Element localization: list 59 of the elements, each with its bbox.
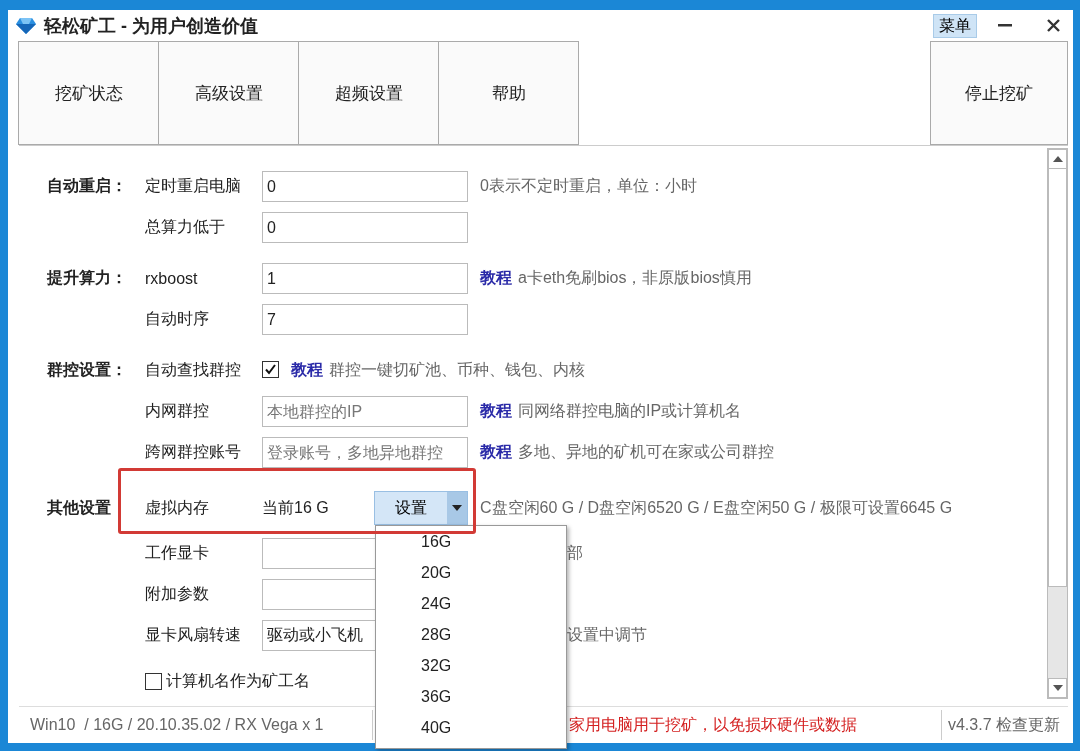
section-heading: 提升算力： <box>47 268 128 289</box>
scroll-up-icon[interactable] <box>1052 156 1063 163</box>
nav-button[interactable]: 高级设置 <box>158 41 299 146</box>
section-heading: 其他设置 <box>47 497 112 518</box>
input-field[interactable]: 1 <box>262 263 468 295</box>
diamond-logo-icon <box>16 16 36 35</box>
input-field[interactable]: 本地群控的IP <box>262 396 468 428</box>
tutorial-link[interactable]: 教程 <box>291 360 323 382</box>
dropdown-button[interactable]: 设置 <box>373 491 468 526</box>
field-label: 自动时序 <box>145 309 210 330</box>
input-field[interactable]: 7 <box>262 304 468 336</box>
field-label: 总算力低于 <box>145 217 226 238</box>
input-field[interactable]: 登录账号，多地异地群控 <box>262 437 468 469</box>
tutorial-link[interactable]: 教程 <box>480 401 512 423</box>
warning-text: 家用电脑用于挖矿，以免损坏硬件或数据 <box>569 714 857 735</box>
field-label: 附加参数 <box>145 584 210 605</box>
system-info: Win10 / 16G / 20.10.35.02 / RX Vega x 1 <box>29 716 325 735</box>
dropdown-option[interactable]: 16G <box>376 526 566 558</box>
field-label: 虚拟内存 <box>145 497 210 518</box>
scrollbar[interactable] <box>1047 148 1068 700</box>
dropdown-option[interactable]: 20G <box>376 557 566 589</box>
field-label: 自动查找群控 <box>145 360 242 381</box>
input-field[interactable]: 0 <box>262 212 468 244</box>
scroll-down-icon[interactable] <box>1052 685 1063 692</box>
window-title: 轻松矿工 - 为用户创造价值 <box>44 14 259 38</box>
field-label: 定时重启电脑 <box>145 176 242 197</box>
dropdown-option[interactable]: 32G <box>376 650 566 682</box>
field-label: 内网群控 <box>145 401 210 422</box>
hint-text: 群控一键切矿池、币种、钱包、内核 <box>329 360 585 381</box>
version-link[interactable]: v4.3.7 检查更新 <box>941 714 1068 736</box>
checkbox[interactable] <box>262 361 279 379</box>
tutorial-link[interactable]: 教程 <box>480 442 512 464</box>
current-value: 当前16 G <box>262 497 330 518</box>
field-label: 显卡风扇转速 <box>145 625 242 646</box>
menu-button[interactable]: 菜单 <box>933 13 977 38</box>
nav-button[interactable]: 超频设置 <box>298 41 439 146</box>
field-label: 跨网群控账号 <box>145 442 242 463</box>
section-heading: 群控设置： <box>47 360 128 381</box>
hint-text: 部 <box>567 543 583 564</box>
field-label: rxboost <box>145 269 199 288</box>
section-heading: 自动重启： <box>47 176 128 197</box>
hint-text: 多地、异地的矿机可在家或公司群控 <box>518 442 774 463</box>
dropdown-option[interactable]: 24G <box>376 588 566 620</box>
hint-text: a卡eth免刷bios，非原版bios慎用 <box>518 268 752 289</box>
tutorial-link[interactable]: 教程 <box>480 268 512 290</box>
checkbox[interactable] <box>145 672 162 690</box>
dropdown-option[interactable]: 40G <box>376 712 566 744</box>
input-field[interactable]: 0 <box>262 171 468 203</box>
nav-button[interactable]: 挖矿状态 <box>18 41 159 146</box>
checkbox-label: 计算机名作为矿工名 <box>166 670 310 691</box>
hint-text: 同网络群控电脑的IP或计算机名 <box>518 401 742 422</box>
caret-icon <box>452 505 462 512</box>
hint-text: 0表示不定时重启，单位：小时 <box>480 176 697 197</box>
dropdown-option[interactable]: 36G <box>376 681 566 713</box>
nav-button[interactable]: 帮助 <box>438 41 579 146</box>
hint-text: C盘空闲60 G / D盘空闲6520 G / E盘空闲50 G / 极限可设置6645 G <box>480 497 953 518</box>
field-label: 工作显卡 <box>145 543 210 564</box>
hint-text: 设置中调节 <box>567 625 647 646</box>
stop-mining-button[interactable]: 停止挖矿 <box>930 41 1068 146</box>
